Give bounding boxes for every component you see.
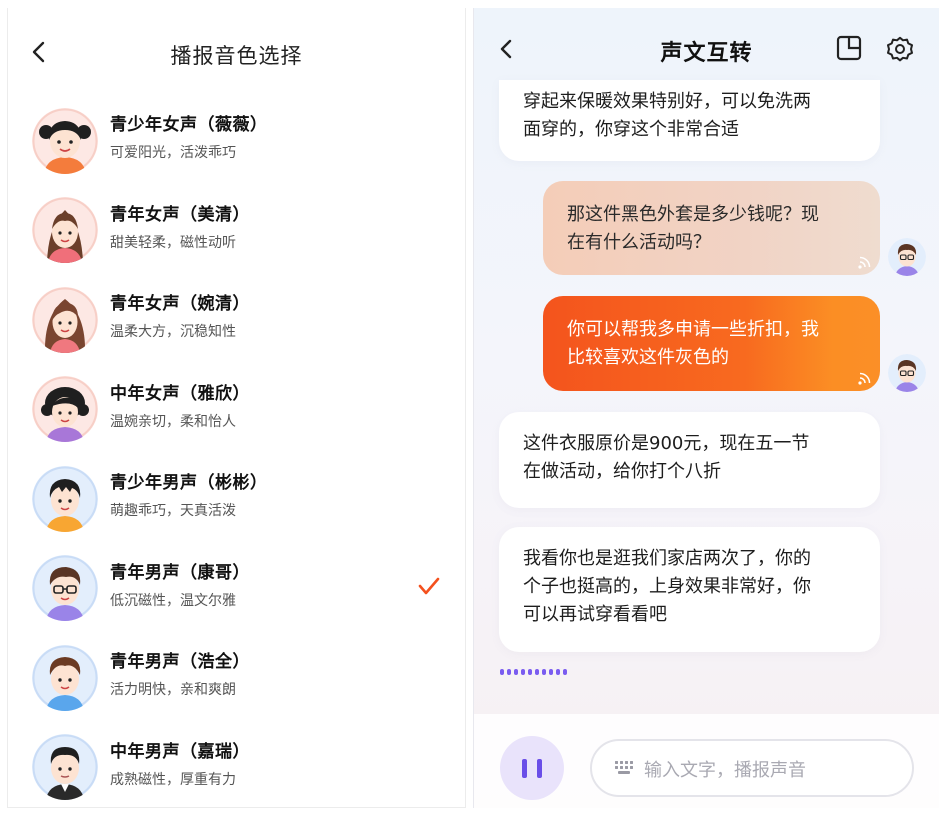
message-line: 在做活动，给你打个八折: [523, 461, 721, 482]
voice-name: 青年男声（浩全）: [110, 652, 250, 672]
teen-boy-avatar: [32, 465, 98, 532]
typing-indicator: [500, 669, 567, 675]
page-title: 播报音色选择: [170, 44, 303, 68]
message-line: 我看你也是逛我们家店两次了，你的: [523, 548, 811, 569]
chat-header: 声文互转: [474, 8, 939, 84]
voice-desc: 可爱阳光，活泼乖巧: [110, 145, 236, 161]
voice-select-panel: 播报音色选择 青少年女声（薇薇） 可爱阳光，活泼乖巧 青年女声（美清） 甜美轻柔…: [7, 8, 466, 808]
message-line: 这件衣服原价是900元，现在五一节: [523, 433, 810, 454]
voice-item-kangge[interactable]: 青年男声（康哥） 低沉磁性，温文尔雅: [8, 544, 465, 634]
message-line: 在有什么活动吗？: [567, 232, 711, 253]
voice-desc: 成熟磁性，厚重有力: [110, 771, 236, 788]
voice-text: 青少年女声（薇薇） 可爱阳光，活泼乖巧: [110, 110, 268, 162]
text-input[interactable]: 输入文字，播报声音: [590, 739, 914, 797]
voice-text: 中年女声（雅欣） 温婉亲切，柔和怡人: [110, 379, 250, 431]
message-line: 那这件黑色外套是多少钱呢？现: [567, 204, 819, 225]
voice-name: 中年男声（嘉瑞）: [110, 741, 250, 762]
voice-name: 青年女声（婉清）: [110, 294, 250, 314]
voice-item-jiarui[interactable]: 中年男声（嘉瑞） 成熟磁性，厚重有力: [8, 723, 465, 813]
gear-icon[interactable]: [886, 35, 914, 63]
voice-text-chat-panel: 声文互转 穿起来保暖效果特别好，可以免洗两 面穿的，你穿这个非常合适 那这件黑色…: [473, 8, 939, 808]
middle-aged-man-avatar: [32, 734, 98, 801]
message-line: 你可以帮我多申请一些折扣，我: [567, 319, 819, 340]
voice-desc: 活力明快，亲和爽朗: [110, 682, 236, 698]
voice-item-weiwei[interactable]: 青少年女声（薇薇） 可爱阳光，活泼乖巧: [8, 96, 465, 186]
input-bar: 输入文字，播报声音: [474, 714, 939, 808]
voice-select-header: 播报音色选择: [8, 8, 465, 88]
voice-text: 青年女声（婉清） 温柔大方，沉稳知性: [110, 289, 250, 341]
user-avatar: [888, 354, 926, 392]
chat-message-outgoing: 那这件黑色外套是多少钱呢？现 在有什么活动吗？: [543, 181, 880, 275]
keyboard-icon: [615, 761, 633, 774]
voice-name: 青年女声（美清）: [110, 204, 250, 225]
chat-message-incoming: 穿起来保暖效果特别好，可以免洗两 面穿的，你穿这个非常合适: [499, 80, 880, 161]
voice-desc: 萌趣乖巧，天真活泼: [110, 503, 236, 519]
teen-girl-avatar: [32, 107, 98, 174]
user-avatar: [888, 238, 926, 276]
message-line: 穿起来保暖效果特别好，可以免洗两: [523, 91, 811, 112]
voice-list: 青少年女声（薇薇） 可爱阳光，活泼乖巧 青年女声（美清） 甜美轻柔，磁性动听 青…: [8, 96, 465, 812]
floating-window-icon[interactable]: [836, 35, 862, 61]
voice-item-haoquan[interactable]: 青年男声（浩全） 活力明快，亲和爽朗: [8, 633, 465, 723]
message-line: 面穿的，你穿这个非常合适: [523, 119, 739, 140]
pause-button[interactable]: [500, 736, 564, 800]
voice-item-wanqing[interactable]: 青年女声（婉清） 温柔大方，沉稳知性: [8, 275, 465, 365]
pause-icon: [537, 759, 542, 778]
voice-item-meiqing[interactable]: 青年女声（美清） 甜美轻柔，磁性动听: [8, 186, 465, 276]
voice-text: 青少年男声（彬彬） 萌趣乖巧，天真活泼: [110, 468, 268, 520]
voice-desc: 低沉磁性，温文尔雅: [110, 592, 236, 609]
young-woman-long-hair-avatar: [32, 286, 98, 353]
voice-text: 青年女声（美清） 甜美轻柔，磁性动听: [110, 200, 250, 252]
voice-desc: 温婉亲切，柔和怡人: [110, 413, 236, 430]
voice-wave-icon: [858, 256, 871, 269]
young-man-glasses-avatar: [32, 555, 98, 622]
chat-message-incoming: 这件衣服原价是900元，现在五一节 在做活动，给你打个八折: [499, 412, 880, 508]
voice-name: 青少年男声（彬彬）: [110, 473, 268, 493]
chat-message-incoming: 我看你也是逛我们家店两次了，你的 个子也挺高的，上身效果非常好，你 可以再试穿看…: [499, 527, 880, 652]
voice-item-yaxin[interactable]: 中年女声（雅欣） 温婉亲切，柔和怡人: [8, 365, 465, 455]
voice-text: 中年男声（嘉瑞） 成熟磁性，厚重有力: [110, 737, 250, 789]
pause-icon: [522, 759, 527, 778]
chat-message-outgoing-active: 你可以帮我多申请一些折扣，我 比较喜欢这件灰色的: [543, 296, 880, 391]
input-placeholder: 输入文字，播报声音: [644, 760, 806, 781]
young-woman-avatar: [32, 197, 98, 264]
voice-text: 青年男声（浩全） 活力明快，亲和爽朗: [110, 647, 250, 699]
voice-text: 青年男声（康哥） 低沉磁性，温文尔雅: [110, 558, 250, 610]
message-line: 比较喜欢这件灰色的: [567, 347, 729, 368]
voice-name: 青年男声（康哥）: [110, 562, 250, 583]
voice-desc: 温柔大方，沉稳知性: [110, 324, 236, 340]
voice-name: 青少年女声（薇薇）: [110, 115, 268, 135]
chat-title: 声文互转: [660, 41, 753, 66]
message-line: 个子也挺高的，上身效果非常好，你: [523, 576, 811, 597]
young-man-avatar: [32, 644, 98, 711]
middle-aged-woman-avatar: [32, 376, 98, 443]
message-line: 可以再试穿看看吧: [523, 604, 667, 625]
voice-wave-icon: [858, 372, 871, 385]
voice-item-binbin[interactable]: 青少年男声（彬彬） 萌趣乖巧，天真活泼: [8, 454, 465, 544]
voice-desc: 甜美轻柔，磁性动听: [110, 234, 236, 251]
selected-check-icon: [418, 577, 440, 594]
voice-name: 中年女声（雅欣）: [110, 383, 250, 404]
